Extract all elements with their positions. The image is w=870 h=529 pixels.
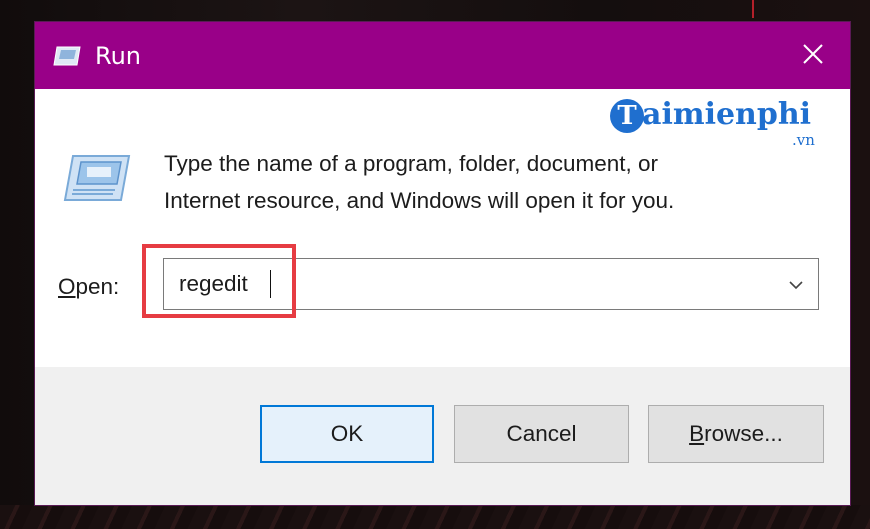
- dialog-description: Type the name of a program, folder, docu…: [164, 145, 804, 219]
- text-caret: [270, 270, 271, 298]
- button-bar: OK Cancel Browse...: [35, 367, 850, 505]
- browse-label: rowse...: [704, 421, 783, 446]
- title-bar[interactable]: Run: [35, 22, 850, 89]
- chevron-down-icon[interactable]: [786, 275, 806, 295]
- cancel-button[interactable]: Cancel: [454, 405, 629, 463]
- close-icon: [802, 43, 824, 69]
- open-label: Open:: [58, 272, 119, 302]
- close-button[interactable]: [790, 34, 836, 78]
- window-title: Run: [95, 42, 142, 70]
- watermark-text: aimienphi: [642, 97, 812, 132]
- open-label-text: pen:: [75, 274, 120, 299]
- run-app-icon: [53, 46, 81, 66]
- dialog-content: T aimienphi .vn Type the name of a progr…: [35, 89, 850, 367]
- open-label-mnemonic: O: [58, 274, 76, 299]
- open-input[interactable]: regedit: [179, 269, 248, 299]
- run-dialog: Run T aimienphi .vn Type the name of a p…: [35, 22, 850, 505]
- open-combobox[interactable]: regedit: [163, 258, 819, 310]
- run-program-icon: [63, 154, 131, 202]
- description-line-2: Internet resource, and Windows will open…: [164, 188, 675, 213]
- browse-mnemonic: B: [689, 421, 705, 446]
- ok-button[interactable]: OK: [260, 405, 434, 463]
- background-accent-line: [752, 0, 754, 18]
- background-pattern: [0, 505, 870, 529]
- browse-button[interactable]: Browse...: [648, 405, 824, 463]
- watermark-badge: T: [610, 99, 644, 133]
- description-line-1: Type the name of a program, folder, docu…: [164, 151, 659, 176]
